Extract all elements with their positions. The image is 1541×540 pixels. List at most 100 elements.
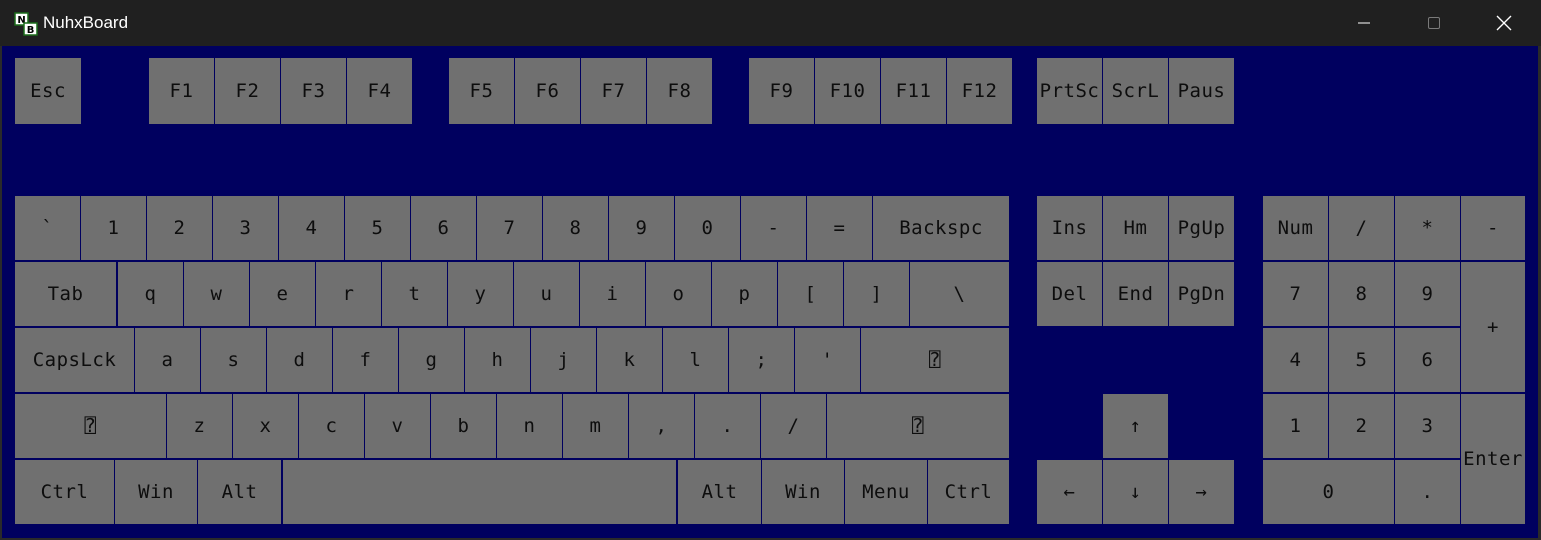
key-backspace[interactable]: Backspc [873, 196, 1009, 260]
key-capslock[interactable]: CapsLck [15, 328, 134, 392]
key-w[interactable]: w [184, 262, 249, 326]
key-numpad-plus[interactable]: + [1461, 262, 1525, 392]
maximize-button[interactable] [1399, 0, 1469, 46]
key-space[interactable] [283, 460, 676, 524]
key-numlock[interactable]: Num [1263, 196, 1328, 260]
key-backslash[interactable]: \ [910, 262, 1009, 326]
key-f10[interactable]: F10 [815, 58, 880, 124]
key-h[interactable]: h [465, 328, 530, 392]
key-j[interactable]: j [531, 328, 596, 392]
key-7[interactable]: 7 [477, 196, 542, 260]
key-lbracket[interactable]: [ [778, 262, 843, 326]
key-l[interactable]: l [663, 328, 728, 392]
key-quote[interactable]: ' [795, 328, 860, 392]
key-p[interactable]: p [712, 262, 777, 326]
key-numpad-1[interactable]: 1 [1263, 394, 1328, 458]
key-b[interactable]: b [431, 394, 496, 458]
key-i[interactable]: i [580, 262, 645, 326]
key-0[interactable]: 0 [675, 196, 740, 260]
key-k[interactable]: k [597, 328, 662, 392]
key-v[interactable]: v [365, 394, 430, 458]
key-numpad-star[interactable]: * [1395, 196, 1460, 260]
key-d[interactable]: d [267, 328, 332, 392]
key-del[interactable]: Del [1037, 262, 1102, 326]
key-1[interactable]: 1 [81, 196, 146, 260]
key-t[interactable]: t [382, 262, 447, 326]
key-minus[interactable]: - [741, 196, 806, 260]
key-ins[interactable]: Ins [1037, 196, 1102, 260]
key-f2[interactable]: F2 [215, 58, 280, 124]
key-s[interactable]: s [201, 328, 266, 392]
key-numpad-enter[interactable]: Enter [1461, 394, 1525, 524]
key-f1[interactable]: F1 [149, 58, 214, 124]
key-numpad-9[interactable]: 9 [1395, 262, 1460, 326]
key-down-arrow[interactable]: ↓ [1103, 460, 1168, 524]
key-numpad-8[interactable]: 8 [1329, 262, 1394, 326]
key-pgup[interactable]: PgUp [1169, 196, 1234, 260]
key-f3[interactable]: F3 [281, 58, 346, 124]
key-pgdn[interactable]: PgDn [1169, 262, 1234, 326]
key-z[interactable]: z [167, 394, 232, 458]
key-g[interactable]: g [399, 328, 464, 392]
key-3[interactable]: 3 [213, 196, 278, 260]
key-enter[interactable]: ⍰ [861, 328, 1009, 392]
key-paus[interactable]: Paus [1169, 58, 1234, 124]
key-rbracket[interactable]: ] [844, 262, 909, 326]
key-esc[interactable]: Esc [15, 58, 81, 124]
key-e[interactable]: e [250, 262, 315, 326]
key-right-arrow[interactable]: → [1169, 460, 1234, 524]
key-q[interactable]: q [118, 262, 183, 326]
key-numpad-minus[interactable]: - [1461, 196, 1525, 260]
key-left-ctrl[interactable]: Ctrl [15, 460, 114, 524]
key-numpad-5[interactable]: 5 [1329, 328, 1394, 392]
key-6[interactable]: 6 [411, 196, 476, 260]
key-f6[interactable]: F6 [515, 58, 580, 124]
key-f[interactable]: f [333, 328, 398, 392]
key-equals[interactable]: = [807, 196, 872, 260]
key-numpad-3[interactable]: 3 [1395, 394, 1460, 458]
key-left-shift[interactable]: ⍰ [15, 394, 166, 458]
key-up-arrow[interactable]: ↑ [1103, 394, 1168, 458]
key-backtick[interactable]: ` [15, 196, 80, 260]
title-bar[interactable]: N B NuhxBoard [0, 0, 1541, 46]
key-f5[interactable]: F5 [449, 58, 514, 124]
key-f9[interactable]: F9 [749, 58, 814, 124]
key-scrl[interactable]: ScrL [1103, 58, 1168, 124]
key-right-ctrl[interactable]: Ctrl [928, 460, 1009, 524]
key-left-alt[interactable]: Alt [198, 460, 281, 524]
key-numpad-dot[interactable]: . [1395, 460, 1460, 524]
key-f7[interactable]: F7 [581, 58, 646, 124]
key-r[interactable]: r [316, 262, 381, 326]
key-numpad-0[interactable]: 0 [1263, 460, 1394, 524]
key-2[interactable]: 2 [147, 196, 212, 260]
key-4[interactable]: 4 [279, 196, 344, 260]
key-numpad-4[interactable]: 4 [1263, 328, 1328, 392]
key-f11[interactable]: F11 [881, 58, 946, 124]
key-n[interactable]: n [497, 394, 562, 458]
key-right-win[interactable]: Win [762, 460, 844, 524]
key-comma[interactable]: , [629, 394, 694, 458]
key-home[interactable]: Hm [1103, 196, 1168, 260]
key-9[interactable]: 9 [609, 196, 674, 260]
key-period[interactable]: . [695, 394, 760, 458]
key-5[interactable]: 5 [345, 196, 410, 260]
key-u[interactable]: u [514, 262, 579, 326]
key-numpad-6[interactable]: 6 [1395, 328, 1460, 392]
key-semicolon[interactable]: ; [729, 328, 794, 392]
key-menu[interactable]: Menu [845, 460, 927, 524]
key-o[interactable]: o [646, 262, 711, 326]
key-left-win[interactable]: Win [115, 460, 197, 524]
key-8[interactable]: 8 [543, 196, 608, 260]
minimize-button[interactable] [1329, 0, 1399, 46]
key-slash[interactable]: / [761, 394, 826, 458]
key-c[interactable]: c [299, 394, 364, 458]
key-f4[interactable]: F4 [347, 58, 412, 124]
key-right-shift[interactable]: ⍰ [827, 394, 1009, 458]
key-f8[interactable]: F8 [647, 58, 712, 124]
key-numpad-7[interactable]: 7 [1263, 262, 1328, 326]
key-m[interactable]: m [563, 394, 628, 458]
key-left-arrow[interactable]: ← [1037, 460, 1102, 524]
key-f12[interactable]: F12 [947, 58, 1012, 124]
key-x[interactable]: x [233, 394, 298, 458]
key-numpad-slash[interactable]: / [1329, 196, 1394, 260]
